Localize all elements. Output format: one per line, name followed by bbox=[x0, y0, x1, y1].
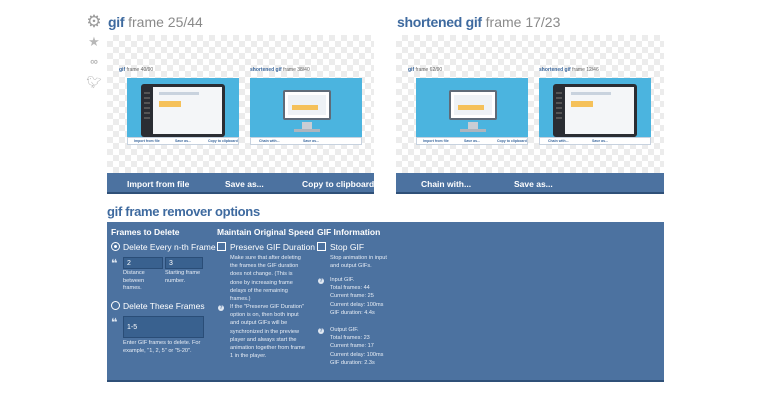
star-icon[interactable]: ★ bbox=[86, 34, 102, 50]
maintain-speed-heading: Maintain Original Speed bbox=[217, 227, 314, 237]
options-panel: Frames to Delete Delete Every n-th Frame… bbox=[107, 222, 664, 382]
question-icon: ? bbox=[218, 305, 224, 311]
gif-information-heading: GIF Information bbox=[317, 227, 381, 237]
gear-icon[interactable]: ⚙ bbox=[86, 13, 102, 30]
mini-screenshot bbox=[250, 78, 362, 141]
mini-toolbar: Import from file Save as... Copy to clip… bbox=[416, 137, 528, 145]
save-button[interactable]: Save as... bbox=[225, 179, 264, 189]
mini-input-preview: Import from file Save as... Copy to clip… bbox=[127, 71, 239, 151]
chain-button[interactable]: Chain with... bbox=[421, 179, 471, 189]
quote-icon: ❝ bbox=[111, 317, 118, 329]
stop-gif-checkbox[interactable]: Stop GIF bbox=[317, 242, 364, 252]
these-frames-label: Delete These Frames bbox=[123, 301, 205, 311]
options-title: gif frame remover options bbox=[107, 204, 260, 219]
mini-screenshot bbox=[127, 78, 239, 141]
stop-gif-label: Stop GIF bbox=[330, 242, 365, 252]
save-output-button[interactable]: Save as... bbox=[514, 179, 553, 189]
distance-label: Distance between frames. bbox=[123, 270, 145, 292]
checkbox-icon[interactable] bbox=[217, 242, 226, 251]
these-frames-input[interactable] bbox=[123, 316, 204, 338]
output-gif-preview: gif frame 62/90 Import from file Save as… bbox=[396, 35, 664, 173]
mini-screenshot bbox=[539, 78, 651, 141]
checkbox-icon[interactable] bbox=[317, 242, 326, 251]
quote-icon: ❝ bbox=[111, 258, 118, 270]
input-gif-title: gif frame 25/44 bbox=[108, 14, 203, 30]
these-frames-radio[interactable]: Delete These Frames bbox=[111, 301, 205, 311]
side-icon-bar: ⚙ ★ ∞ 🐦︎ bbox=[86, 13, 102, 94]
mini-toolbar: Chain with... Save as... bbox=[250, 137, 362, 145]
mini-toolbar: Import from file Save as... Copy to clip… bbox=[127, 137, 239, 145]
link-icon[interactable]: ∞ bbox=[86, 54, 102, 70]
every-nth-label: Delete Every n-th Frame bbox=[123, 242, 216, 252]
mini-toolbar: Chain with... Save as... bbox=[539, 137, 651, 145]
these-frames-help: Enter GIF frames to delete. For example,… bbox=[123, 340, 201, 354]
twitter-icon[interactable]: 🐦︎ bbox=[86, 74, 102, 90]
question-icon: ? bbox=[318, 328, 324, 334]
frames-to-delete-heading: Frames to Delete bbox=[111, 227, 180, 237]
radio-unchecked-icon[interactable] bbox=[111, 301, 120, 310]
preserve-duration-help: Make sure that after deleting the frames… bbox=[230, 255, 301, 303]
output-gif-info: Output GIF. Total frames: 23 Current fra… bbox=[330, 327, 384, 366]
start-frame-label: Starting frame number. bbox=[165, 270, 201, 284]
start-frame-input[interactable] bbox=[165, 257, 203, 269]
every-nth-radio[interactable]: Delete Every n-th Frame bbox=[111, 242, 216, 252]
output-gif-title: shortened gif frame 17/23 bbox=[397, 14, 561, 30]
preserve-duration-note: If the "Preserve GIF Duration" option is… bbox=[230, 304, 305, 360]
radio-checked-icon[interactable] bbox=[111, 242, 120, 251]
mini-input-preview: Import from file Save as... Copy to clip… bbox=[416, 71, 528, 151]
mini-screenshot bbox=[416, 78, 528, 141]
copy-button[interactable]: Copy to clipboard bbox=[302, 179, 374, 189]
distance-input[interactable] bbox=[123, 257, 163, 269]
preserve-duration-label: Preserve GIF Duration bbox=[230, 242, 316, 252]
input-gif-preview: gif frame 40/90 Import from file Save as… bbox=[107, 35, 374, 173]
import-button[interactable]: Import from file bbox=[127, 179, 189, 189]
question-icon: ? bbox=[318, 278, 324, 284]
mini-output-preview: Chain with... Save as... bbox=[250, 71, 362, 151]
stop-gif-help: Stop animation in input and output GIFs. bbox=[330, 255, 387, 270]
input-gif-info: Input GIF. Total frames: 44 Current fram… bbox=[330, 277, 384, 316]
output-gif-toolbar: Chain with... Save as... bbox=[396, 173, 664, 194]
input-gif-toolbar: Import from file Save as... Copy to clip… bbox=[107, 173, 374, 194]
preserve-duration-checkbox[interactable]: Preserve GIF Duration bbox=[217, 242, 315, 252]
mini-output-preview: Chain with... Save as... bbox=[539, 71, 651, 151]
